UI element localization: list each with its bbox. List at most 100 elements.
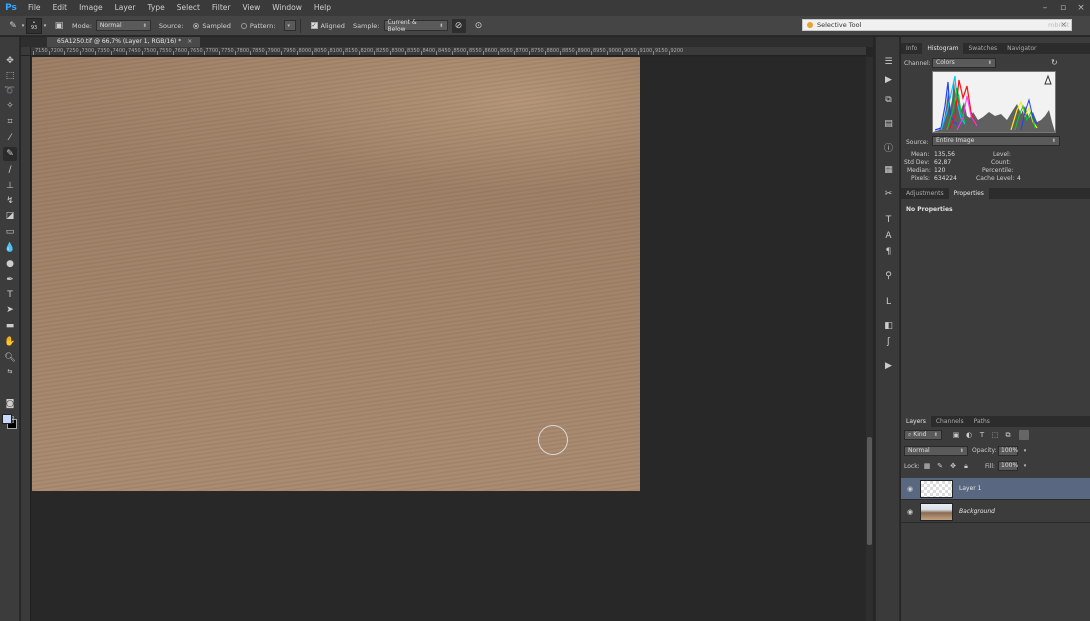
lasso-tool-icon[interactable]: ➰ [3, 84, 17, 98]
layer-row-background[interactable]: ◉ Background [901, 501, 1090, 523]
source-select[interactable]: Entire Image ⬍ [932, 136, 1060, 146]
menu-edit[interactable]: Edit [47, 0, 74, 16]
brush-tool-icon[interactable]: ∕ [3, 163, 17, 177]
tab-navigator[interactable]: Navigator [1002, 43, 1041, 54]
opacity-input[interactable]: 100% [998, 446, 1018, 456]
minimize-icon[interactable]: – [1036, 0, 1054, 16]
lock-position-icon[interactable]: ✥ [948, 461, 958, 471]
brush-presets-icon[interactable]: ⚲ [882, 269, 895, 282]
healing-brush-preset-icon[interactable]: ✎ [6, 19, 20, 33]
maximize-icon[interactable]: ▫ [1054, 0, 1072, 16]
type-tool-icon[interactable]: T [3, 288, 17, 302]
layer-name[interactable]: Layer 1 [959, 485, 981, 492]
blend-mode-select[interactable]: Normal ⬍ [904, 446, 968, 456]
gradient-tool-icon[interactable]: ▭ [3, 225, 17, 239]
shape-tool-icon[interactable]: ▬ [3, 319, 17, 333]
tab-properties[interactable]: Properties [948, 188, 989, 199]
path-selection-tool-icon[interactable]: ➤ [3, 303, 17, 317]
filter-shape-icon[interactable]: ⬚ [990, 430, 1000, 440]
navigator-icon[interactable]: ▦ [882, 163, 895, 176]
history-brush-tool-icon[interactable]: ↯ [3, 194, 17, 208]
layer-name[interactable]: Background [959, 508, 995, 515]
tab-info[interactable]: Info [901, 43, 922, 54]
foreground-color-swatch[interactable] [2, 414, 12, 424]
ignore-adjustment-layers-icon[interactable]: ⊘ [451, 18, 466, 33]
canvas-area[interactable] [32, 57, 866, 621]
tab-channels[interactable]: Channels [931, 416, 969, 427]
tab-layers[interactable]: Layers [901, 416, 931, 427]
crop-tool-icon[interactable]: ⌗ [3, 115, 17, 129]
chevron-down-icon[interactable]: ▾ [1020, 461, 1030, 471]
menu-type[interactable]: Type [142, 0, 171, 16]
clone-source-icon[interactable]: L [882, 295, 895, 308]
pen-tool-icon[interactable]: ✒ [3, 273, 17, 287]
scrollbar-thumb[interactable] [867, 437, 872, 545]
eye-icon[interactable]: ◉ [905, 507, 915, 517]
histogram-graph[interactable] [932, 71, 1056, 133]
hand-tool-icon[interactable]: ✋ [3, 335, 17, 349]
menu-image[interactable]: Image [73, 0, 109, 16]
swap-colors-icon[interactable]: ⇆ [3, 364, 17, 378]
styles-icon[interactable]: ʃ [882, 335, 895, 348]
quick-mask-icon[interactable]: ◙ [3, 397, 17, 411]
vertical-ruler[interactable] [21, 56, 31, 621]
paragraph-icon[interactable]: A [882, 229, 895, 242]
quick-select-tool-icon[interactable]: ✧ [3, 99, 17, 113]
lock-pixels-icon[interactable]: ✎ [935, 461, 945, 471]
actions-icon[interactable]: ▶ [882, 73, 895, 86]
sampled-radio[interactable] [193, 22, 200, 29]
document-tab[interactable]: 65A1250.tif @ 66,7% (Layer 1, RGB/16) * × [47, 37, 201, 47]
notes-icon[interactable]: ▤ [882, 117, 895, 130]
pattern-radio[interactable] [240, 22, 247, 29]
mode-select[interactable]: Normal ⬍ [95, 20, 151, 31]
menu-layer[interactable]: Layer [109, 0, 142, 16]
eyedropper-tool-icon[interactable]: ⁄ [3, 131, 17, 145]
brush-size-picker[interactable]: • 93 [26, 17, 42, 34]
layer-filter-kind-select[interactable]: ⌕ Kind ⬍ [904, 430, 942, 440]
glyphs-icon[interactable]: ¶ [882, 245, 895, 258]
menu-filter[interactable]: Filter [206, 0, 237, 16]
brush-panel-toggle-icon[interactable]: ▣ [52, 19, 66, 33]
zoom-tool-icon[interactable]: 🔍︎ [3, 351, 17, 365]
lock-transparent-icon[interactable]: ▦ [922, 461, 932, 471]
tab-adjustments[interactable]: Adjustments [901, 188, 949, 199]
close-icon[interactable]: × [187, 38, 192, 45]
refresh-icon[interactable]: ↻ [1051, 58, 1058, 67]
timeline-icon[interactable]: ▶ [882, 359, 895, 372]
ruler-origin[interactable] [21, 47, 31, 56]
menu-view[interactable]: View [236, 0, 266, 16]
pattern-select[interactable]: ▾ [283, 20, 296, 31]
character-icon[interactable]: T [882, 213, 895, 226]
filter-pixel-icon[interactable]: ▣ [951, 430, 961, 440]
tab-swatches[interactable]: Swatches [963, 43, 1002, 54]
menu-select[interactable]: Select [171, 0, 206, 16]
menu-help[interactable]: Help [308, 0, 337, 16]
history-icon[interactable]: ☰ [882, 55, 895, 68]
lock-all-icon[interactable]: 🔒︎ [961, 461, 971, 471]
sample-select[interactable]: Current & Below ⬍ [383, 19, 448, 33]
selective-tool-window[interactable]: Selective Tool × [802, 19, 1072, 31]
filter-adjustment-icon[interactable]: ◐ [964, 430, 974, 440]
channel-select[interactable]: Colors ⬍ [932, 58, 996, 68]
clone-stamp-tool-icon[interactable]: ⊥ [3, 179, 17, 193]
blur-tool-icon[interactable]: 💧 [3, 241, 17, 255]
filter-toggle-icon[interactable] [1019, 430, 1029, 440]
menu-file[interactable]: File [22, 0, 47, 16]
layer-row-layer-1[interactable]: ◉ Layer 1 [901, 478, 1090, 500]
marquee-tool-icon[interactable]: ⬚ [3, 69, 17, 83]
vertical-scrollbar[interactable] [866, 57, 873, 621]
aligned-checkbox[interactable]: ✓ [310, 22, 318, 29]
layer-comps-icon[interactable]: ⧉ [882, 93, 895, 106]
chevron-down-icon[interactable]: ▾ [42, 19, 48, 33]
info-icon[interactable]: ⓘ [882, 141, 895, 154]
filter-type-icon[interactable]: T [977, 430, 987, 440]
tab-paths[interactable]: Paths [969, 416, 995, 427]
horizontal-ruler[interactable]: 7150 7200 7250 7300 7350 7400 7450 7500 7550 7600… [31, 47, 866, 56]
healing-brush-tool-icon[interactable]: ✎ [3, 147, 17, 161]
close-icon[interactable]: × [1072, 0, 1090, 16]
filter-smart-object-icon[interactable]: ⧉ [1003, 430, 1013, 440]
pressure-size-icon[interactable]: ⊙ [472, 19, 486, 33]
move-tool-icon[interactable]: ✥ [3, 54, 17, 68]
menu-window[interactable]: Window [266, 0, 308, 16]
tab-histogram[interactable]: Histogram [922, 43, 964, 54]
